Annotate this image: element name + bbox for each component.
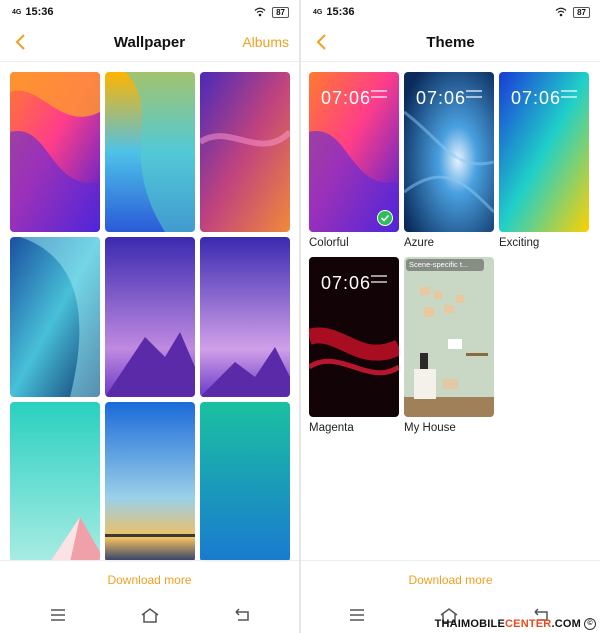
battery-indicator: 87	[573, 6, 590, 18]
theme-header: Theme	[301, 24, 600, 62]
theme-card-magenta[interactable]: 07:06	[309, 257, 399, 417]
wallpaper-thumbnail[interactable]	[200, 72, 290, 232]
clock-date-lines	[561, 90, 577, 98]
status-time: 15:36	[25, 6, 54, 18]
watermark-part1: THAIMOBILE	[434, 617, 506, 630]
theme-clock: 07:06	[416, 88, 467, 108]
wallpaper-header: Wallpaper Albums	[0, 24, 299, 62]
theme-name: My House	[404, 422, 456, 434]
wallpaper-image	[200, 72, 290, 232]
watermark-part3: .COM	[551, 617, 581, 630]
wallpaper-image	[200, 402, 290, 562]
download-more-button[interactable]: Download more	[301, 560, 600, 598]
back-chevron-icon[interactable]	[313, 32, 331, 52]
wallpaper-thumbnail[interactable]	[200, 237, 290, 397]
status-bar: 4G 15:36 87	[0, 0, 299, 24]
theme-card-colorful[interactable]: 07:06	[309, 72, 399, 232]
battery-indicator: 87	[272, 6, 289, 18]
back-chevron-icon[interactable]	[12, 32, 30, 52]
clock-date-lines	[371, 90, 387, 98]
theme-card-exciting[interactable]: 07:06	[499, 72, 589, 232]
wallpaper-screen: 4G 15:36 87 Wallpaper Albums Download mo…	[0, 0, 299, 633]
watermark-part2: CENTER	[505, 617, 552, 630]
wallpaper-image	[200, 237, 290, 397]
theme-clock: 07:06	[321, 273, 372, 293]
wallpaper-thumbnail[interactable]	[200, 402, 290, 562]
wallpaper-image	[10, 237, 100, 397]
page-title: Wallpaper	[113, 34, 186, 51]
wallpaper-thumbnail[interactable]	[10, 402, 100, 562]
clock-date-lines	[466, 90, 482, 98]
theme-preview-image	[404, 257, 494, 417]
back-icon[interactable]	[232, 606, 252, 624]
albums-button[interactable]: Albums	[242, 34, 289, 50]
wallpaper-thumbnail[interactable]	[10, 72, 100, 232]
home-icon[interactable]	[140, 606, 160, 624]
watermark: THAIMOBILECENTER.COM ©	[435, 618, 596, 630]
system-navigation-bar	[0, 598, 299, 633]
selected-check-icon	[377, 210, 393, 226]
menu-icon[interactable]	[48, 606, 68, 624]
wallpaper-thumbnail[interactable]	[10, 237, 100, 397]
wallpaper-image	[105, 237, 195, 397]
theme-name: Exciting	[499, 237, 540, 249]
wallpaper-image	[10, 402, 100, 562]
signal-icon: 4G	[12, 8, 22, 16]
theme-clock: 07:06	[321, 88, 372, 108]
wallpaper-thumbnail[interactable]	[105, 72, 195, 232]
theme-name: Magenta	[309, 422, 354, 434]
theme-clock: 07:06	[511, 88, 562, 108]
theme-name: Colorful	[309, 237, 349, 249]
theme-name: Azure	[404, 237, 435, 249]
wallpaper-image	[105, 402, 195, 562]
wallpaper-image	[105, 72, 195, 232]
menu-icon[interactable]	[347, 606, 367, 624]
wifi-icon	[254, 7, 266, 17]
wallpaper-thumbnail[interactable]	[105, 402, 195, 562]
download-more-button[interactable]: Download more	[0, 560, 299, 598]
wallpaper-image	[10, 72, 100, 232]
status-time: 15:36	[326, 6, 355, 18]
signal-icon: 4G	[313, 8, 323, 16]
theme-screen: 4G 15:36 87 Theme 07:06 Colorful 07:06 A…	[301, 0, 600, 633]
scene-specific-tag: Scene-specific t...	[406, 259, 484, 271]
theme-card-azure[interactable]: 07:06	[404, 72, 494, 232]
theme-card-my-house[interactable]: Scene-specific t...	[404, 257, 494, 417]
copyright-icon: ©	[584, 618, 596, 630]
page-title: Theme	[426, 34, 475, 51]
status-bar: 4G 15:36 87	[301, 0, 600, 24]
wallpaper-thumbnail[interactable]	[105, 237, 195, 397]
clock-date-lines	[371, 275, 387, 283]
wifi-icon	[555, 7, 567, 17]
